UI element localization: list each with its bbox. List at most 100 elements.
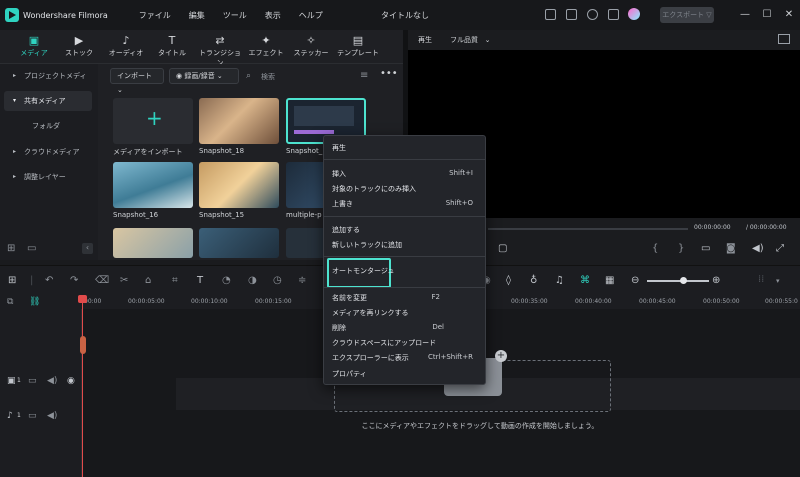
layout-grid-icon[interactable]: ⊞ [8,276,16,286]
import-dropdown[interactable]: インポート ⌄ [110,68,164,94]
sidebar-item-adjustment-layer[interactable]: ▸ 調整レイヤー [4,167,92,187]
menu-item-insert[interactable]: 挿入 [332,169,346,179]
new-folder-icon[interactable]: ⊞ [7,244,15,254]
minimize-icon[interactable]: — [738,8,752,22]
menu-item-relink-media[interactable]: メディアを再リンクする [332,308,409,318]
camera-icon[interactable]: ◙ [726,244,736,254]
media-thumbnail[interactable] [199,162,279,208]
close-icon[interactable]: ✕ [782,8,796,22]
tab-template[interactable]: ▤ テンプレート [334,32,382,62]
link-icon[interactable]: ⌘ [580,276,590,286]
eye-icon[interactable]: ◉ [67,376,75,386]
zoom-slider-handle[interactable] [680,277,687,284]
tab-stock[interactable]: ▶ ストック [57,32,101,62]
zoom-out-icon[interactable]: ⊖ [631,276,639,286]
menu-item-overwrite[interactable]: 上書き [332,199,353,209]
media-thumbnail[interactable] [199,228,279,258]
stop-icon[interactable]: ▢ [498,244,507,254]
display-icon[interactable]: ▭ [701,244,710,254]
tag-icon[interactable]: ⌂ [145,276,151,286]
color-icon[interactable]: ◑ [248,276,257,286]
fullscreen-icon[interactable]: ⤢ [776,244,784,254]
menu-item-upload-cloud[interactable]: クラウドスペースにアップロード [332,338,436,348]
speaker-icon[interactable]: ◀) [47,411,57,421]
export-button[interactable]: エクスポート ▽ [660,7,714,23]
folder-icon[interactable]: ▭ [28,376,37,386]
menu-item-properties[interactable]: プロパティ [332,369,367,379]
playhead-handle[interactable] [78,295,87,303]
folder-icon[interactable]: ▭ [27,244,36,254]
menu-item-reveal-explorer[interactable]: エクスプローラーに表示 [332,353,409,363]
menu-item-add-new-track[interactable]: 新しいトラックに追加 [332,240,402,250]
menu-separator [324,159,485,160]
tab-sticker[interactable]: ✧ ステッカー [289,32,333,62]
tab-title[interactable]: T タイトル [150,32,194,62]
snapshot-icon[interactable] [778,34,790,44]
adjust-icon[interactable]: ≑ [298,276,306,286]
delete-icon[interactable]: ⌫ [95,276,109,286]
menu-item-append[interactable]: 追加する [332,225,360,235]
speed-icon[interactable]: ◔ [222,276,231,286]
media-thumbnail[interactable] [113,162,193,208]
avatar[interactable] [628,8,640,20]
redo-icon[interactable]: ↷ [70,276,78,286]
tab-transition[interactable]: ⇄ トランジション [196,32,244,67]
marker-icon[interactable]: ▦ [605,276,614,286]
menu-edit[interactable]: 編集 [180,10,214,21]
zoom-in-icon[interactable]: ⊕ [712,276,720,286]
microphone-icon[interactable]: ♁ [530,276,537,286]
download-icon[interactable] [608,9,619,20]
zoom-slider[interactable] [647,280,709,282]
media-thumbnail[interactable] [199,98,279,144]
menu-help[interactable]: ヘルプ [290,10,332,21]
speaker-icon[interactable]: ◀) [47,376,57,386]
menu-item-auto-montage[interactable]: オートモンタージュ [332,266,394,276]
filter-icon[interactable]: ≡ [360,71,368,81]
timer-icon[interactable]: ◷ [273,276,282,286]
quality-dropdown[interactable]: フル品質 ⌄ [446,33,514,47]
tab-effect[interactable]: ✦ エフェクト [244,32,288,62]
menu-item-rename[interactable]: 名前を変更 [332,293,367,303]
menu-view[interactable]: 表示 [256,10,290,21]
more-icon[interactable]: ••• [380,69,398,79]
menu-item-play[interactable]: 再生 [332,143,346,153]
sidebar-item-shared-media[interactable]: ▾ 共有メディア [4,91,92,111]
menu-item-delete[interactable]: 削除 [332,323,346,333]
save-icon[interactable] [566,9,577,20]
audio-mix-icon[interactable]: ♫ [555,276,564,286]
link-tracks-icon[interactable]: ⛓ [29,297,40,307]
playhead[interactable] [82,295,83,477]
mark-in-icon[interactable]: { [652,244,658,254]
menu-file[interactable]: ファイル [130,10,180,21]
record-dropdown[interactable]: ◉ 録画/録音 ⌄ [169,68,239,84]
mark-out-icon[interactable]: } [678,244,684,254]
folder-icon[interactable]: ▭ [28,411,37,421]
tab-audio[interactable]: ♪ オーディオ [104,32,148,62]
cloud-icon[interactable] [587,9,598,20]
search-input[interactable]: 検索 [261,72,275,82]
sidebar-item-folder[interactable]: フォルダ [4,116,92,136]
import-media-tile[interactable]: + [113,98,193,144]
menu-item-insert-selected-track[interactable]: 対象のトラックにのみ挿入 [332,184,416,194]
add-track-icon[interactable]: ⧉ [7,297,13,307]
layout-icon[interactable] [545,9,556,20]
collapse-icon[interactable]: ‹ [82,243,93,254]
chevron-down-icon[interactable]: ▾ [776,276,780,286]
video-track-number: 1 [17,377,21,384]
crop-icon[interactable]: ⌗ [172,276,178,286]
undo-icon[interactable]: ↶ [45,276,53,286]
video-track-icon: ▣ [7,376,16,386]
grid-menu-icon[interactable]: ⁞⁞ [758,275,764,285]
cut-icon[interactable]: ✂ [120,276,128,286]
playhead-marker[interactable] [80,336,86,354]
progress-bar[interactable] [488,228,688,230]
media-thumbnail[interactable] [113,228,193,258]
shield-icon[interactable]: ◊ [506,276,511,286]
maximize-icon[interactable]: ☐ [760,8,774,22]
sidebar-item-cloud-media[interactable]: ▸ クラウドメディア [4,142,92,162]
tab-media[interactable]: ▣ メディア [12,32,56,62]
text-icon[interactable]: T [197,276,203,286]
menu-tools[interactable]: ツール [214,10,256,21]
volume-icon[interactable]: ◀) [752,244,764,254]
sidebar-item-project-media[interactable]: ▸プロジェクトメディア [4,66,92,100]
